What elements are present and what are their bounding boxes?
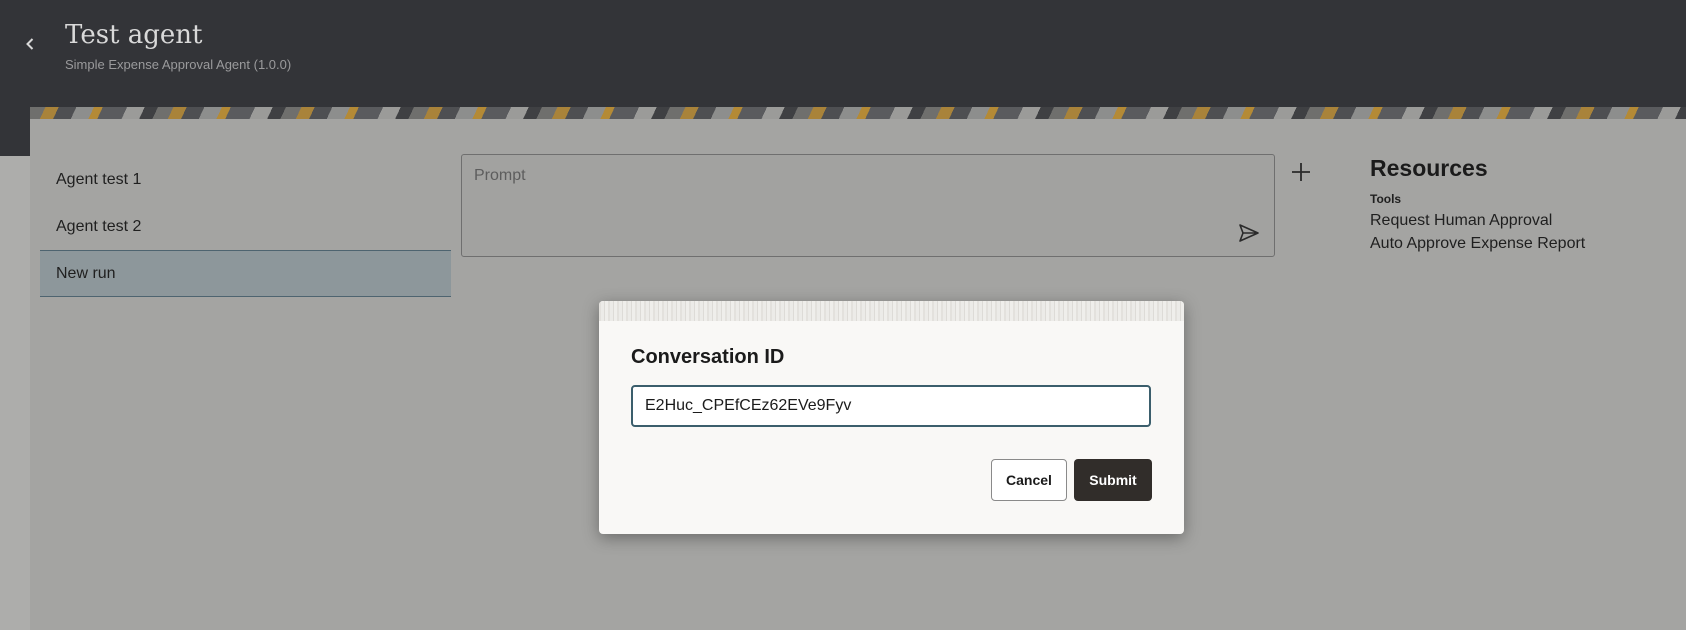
chevron-left-icon (26, 38, 34, 50)
back-button[interactable] (18, 32, 42, 56)
cancel-button[interactable]: Cancel (991, 459, 1067, 501)
send-icon (1239, 224, 1259, 242)
run-list: Agent test 1 Agent test 2 New run (40, 156, 451, 297)
run-item-label: New run (56, 264, 116, 282)
page-subtitle: Simple Expense Approval Agent (1.0.0) (65, 57, 292, 72)
decorative-banner (30, 107, 1686, 119)
run-item-new-run[interactable]: New run (40, 250, 451, 297)
conversation-id-input[interactable] (631, 385, 1151, 427)
resources-title: Resources (1370, 155, 1488, 181)
add-button[interactable] (1289, 160, 1313, 184)
resources-panel: Resources Tools Request Human Approval A… (1370, 155, 1585, 253)
send-button[interactable] (1236, 220, 1262, 246)
tool-auto-approve-expense-report[interactable]: Auto Approve Expense Report (1370, 235, 1585, 253)
tool-request-human-approval[interactable]: Request Human Approval (1370, 212, 1585, 230)
run-item-label: Agent test 1 (56, 170, 142, 188)
run-item-agent-test-1[interactable]: Agent test 1 (40, 156, 451, 203)
prompt-placeholder: Prompt (474, 167, 526, 184)
dialog-title: Conversation ID (631, 346, 785, 368)
submit-button[interactable]: Submit (1074, 459, 1152, 501)
prompt-input[interactable]: Prompt (461, 154, 1275, 257)
conversation-id-dialog: Conversation ID Cancel Submit (599, 301, 1184, 534)
plus-icon (1292, 163, 1310, 181)
run-item-label: Agent test 2 (56, 217, 142, 235)
run-item-agent-test-2[interactable]: Agent test 2 (40, 203, 451, 250)
page-title: Test agent (65, 20, 203, 50)
left-edge-strip (0, 156, 30, 630)
tools-section-label: Tools (1370, 192, 1402, 206)
dialog-header-strip (599, 301, 1184, 321)
